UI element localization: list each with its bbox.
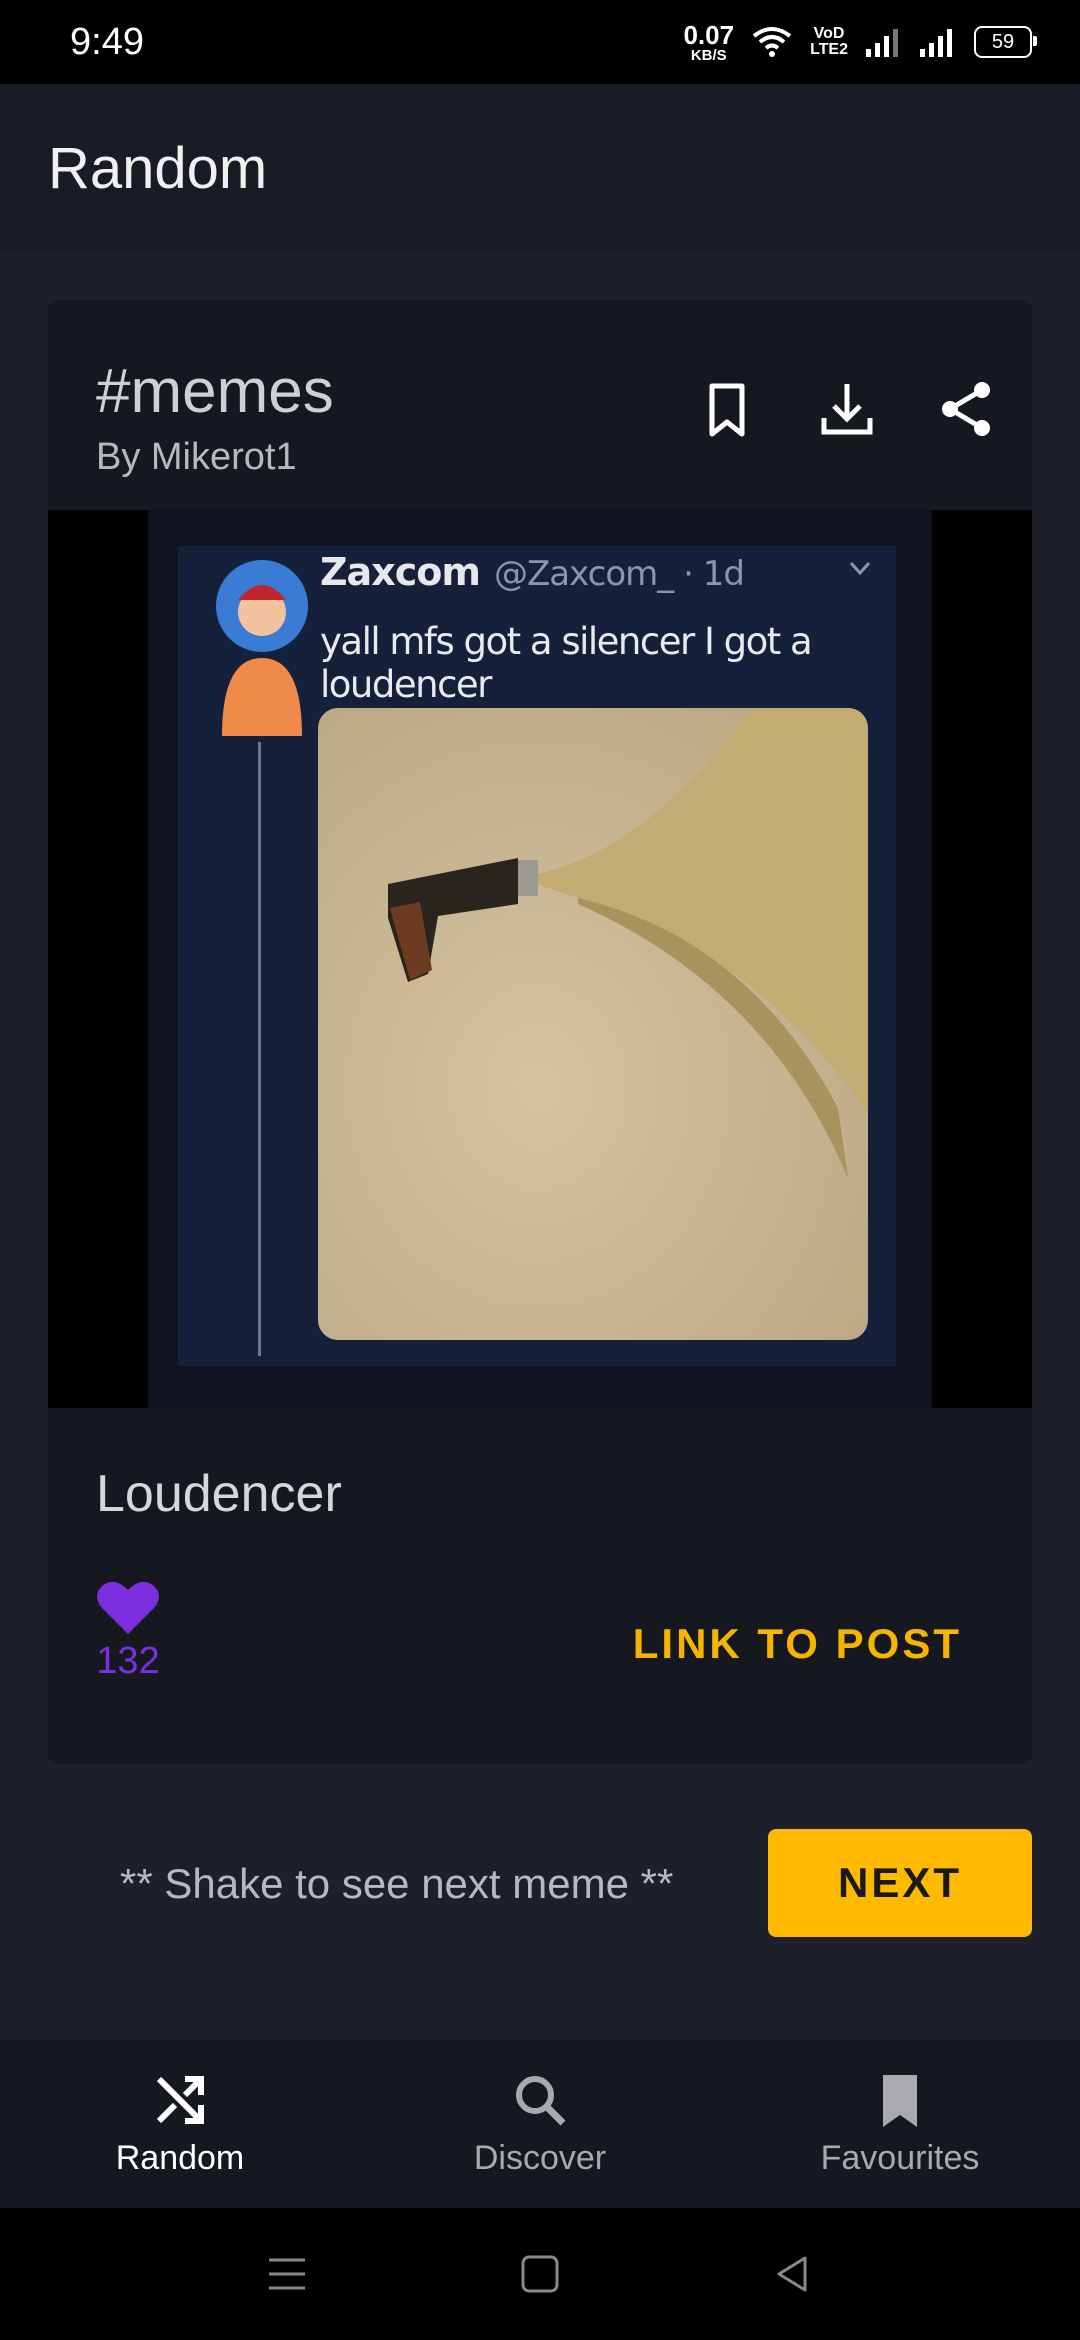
tweet-text: yall mfs got a silencer I got a loudence…	[320, 620, 813, 706]
nav-item-discover[interactable]: Discover	[360, 2040, 720, 2208]
gun-horn-illustration	[388, 708, 868, 1178]
tweet-name: Zaxcom	[320, 550, 481, 594]
back-icon[interactable]	[771, 2252, 815, 2296]
tweet-screenshot: Zaxcom @Zaxcom_ · 1d yall mfs got a sile…	[178, 546, 896, 1366]
post-actions	[698, 380, 996, 438]
bookmark-icon[interactable]	[698, 380, 756, 438]
nav-item-random[interactable]: Random	[0, 2040, 360, 2208]
share-icon[interactable]	[938, 380, 996, 438]
page-title: Random	[48, 135, 268, 201]
status-time: 9:49	[70, 20, 144, 63]
heart-icon[interactable]	[96, 1578, 160, 1636]
post-tag: #memes	[96, 357, 334, 426]
volte-bottom: LTE2	[810, 41, 848, 58]
bottom-nav: Random Discover Favourites	[0, 2040, 1080, 2208]
status-bar: 9:49 0.07 KB/S VoD LTE2 59	[0, 0, 1080, 84]
like-count: 132	[96, 1640, 160, 1682]
post-card: #memes By Mikerot1 Zaxcom @Zaxcom_ · 1d …	[48, 300, 1032, 1764]
link-to-post-button[interactable]: LINK TO POST	[633, 1620, 962, 1668]
battery-level: 59	[991, 30, 1015, 53]
nav-item-favourites[interactable]: Favourites	[720, 2040, 1080, 2208]
post-caption: Loudencer	[96, 1465, 342, 1523]
search-icon	[516, 2075, 566, 2125]
nav-label-random: Random	[115, 2138, 245, 2177]
net-speed-value: 0.07	[683, 19, 735, 50]
chevron-down-icon	[849, 561, 871, 576]
download-icon[interactable]	[818, 380, 876, 438]
home-icon[interactable]	[518, 2252, 562, 2296]
net-speed: 0.07 KB/S	[683, 22, 734, 63]
net-speed-unit: KB/S	[690, 46, 727, 64]
next-button[interactable]: NEXT	[768, 1829, 1032, 1937]
post-author: By Mikerot1	[96, 436, 297, 478]
avatar	[216, 560, 308, 736]
nav-label-discover: Discover	[473, 2138, 607, 2177]
bookmark-icon	[883, 2074, 917, 2127]
volte-indicator: VoD LTE2	[810, 26, 848, 58]
battery-indicator: 59	[974, 26, 1037, 58]
shake-hint: ** Shake to see next meme **	[120, 1860, 674, 1907]
thread-line	[258, 742, 261, 1356]
app-bar: Random	[0, 84, 1080, 252]
signal-icon	[920, 29, 952, 57]
meme-image[interactable]: Zaxcom @Zaxcom_ · 1d yall mfs got a sile…	[48, 510, 1032, 1408]
menu-icon[interactable]	[265, 2252, 309, 2296]
like-button[interactable]: 132	[96, 1578, 160, 1683]
nav-label-favourites: Favourites	[820, 2138, 980, 2177]
tweet-photo	[318, 708, 868, 1340]
shuffle-icon	[156, 2075, 204, 2124]
wifi-icon	[752, 27, 792, 57]
tweet-handle: @Zaxcom_ · 1d	[494, 554, 745, 594]
volte-top: VoD	[813, 25, 845, 42]
signal-icon	[866, 29, 898, 57]
meme-content: Zaxcom @Zaxcom_ · 1d yall mfs got a sile…	[148, 510, 932, 1408]
status-indicators: 0.07 KB/S VoD LTE2 59	[683, 22, 1037, 63]
system-nav-bar	[0, 2208, 1080, 2340]
post-header: #memes By Mikerot1	[48, 300, 1032, 510]
